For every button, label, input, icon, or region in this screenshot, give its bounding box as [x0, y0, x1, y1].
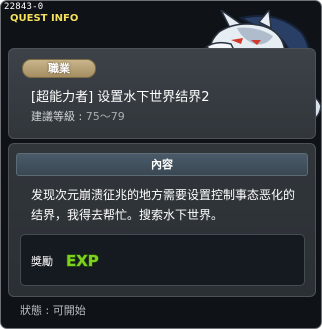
exp-icon: EXP [65, 251, 99, 270]
quest-id: 22843-0 [4, 2, 44, 12]
quest-info-window: 22843-0 QUEST INFO 職業 [超能力者] 设置水下世界结界2 建… [0, 0, 322, 329]
job-tab: 職業 [22, 59, 96, 78]
content-header: 內容 [16, 153, 308, 176]
recommended-level: 建議等級 : 75～79 [31, 108, 125, 124]
reward-box [20, 234, 305, 286]
status-label: 狀態 : [20, 304, 53, 317]
exp-icon-text: EXP [66, 252, 99, 270]
quest-info-header: QUEST INFO [10, 13, 79, 24]
level-label: 建議等級 : [31, 110, 86, 123]
status-value: 可開始 [52, 304, 86, 317]
quest-description: 发现次元崩溃征兆的地方需要设置控制事态恶化的结界，我得去帮忙。搜索水下世界。 [31, 188, 296, 222]
level-value: 75～79 [85, 110, 125, 123]
quest-title: [超能力者] 设置水下世界结界2 [31, 90, 210, 105]
quest-status: 狀態 : 可開始 [20, 302, 86, 318]
reward-label: 獎勵 [31, 255, 53, 268]
